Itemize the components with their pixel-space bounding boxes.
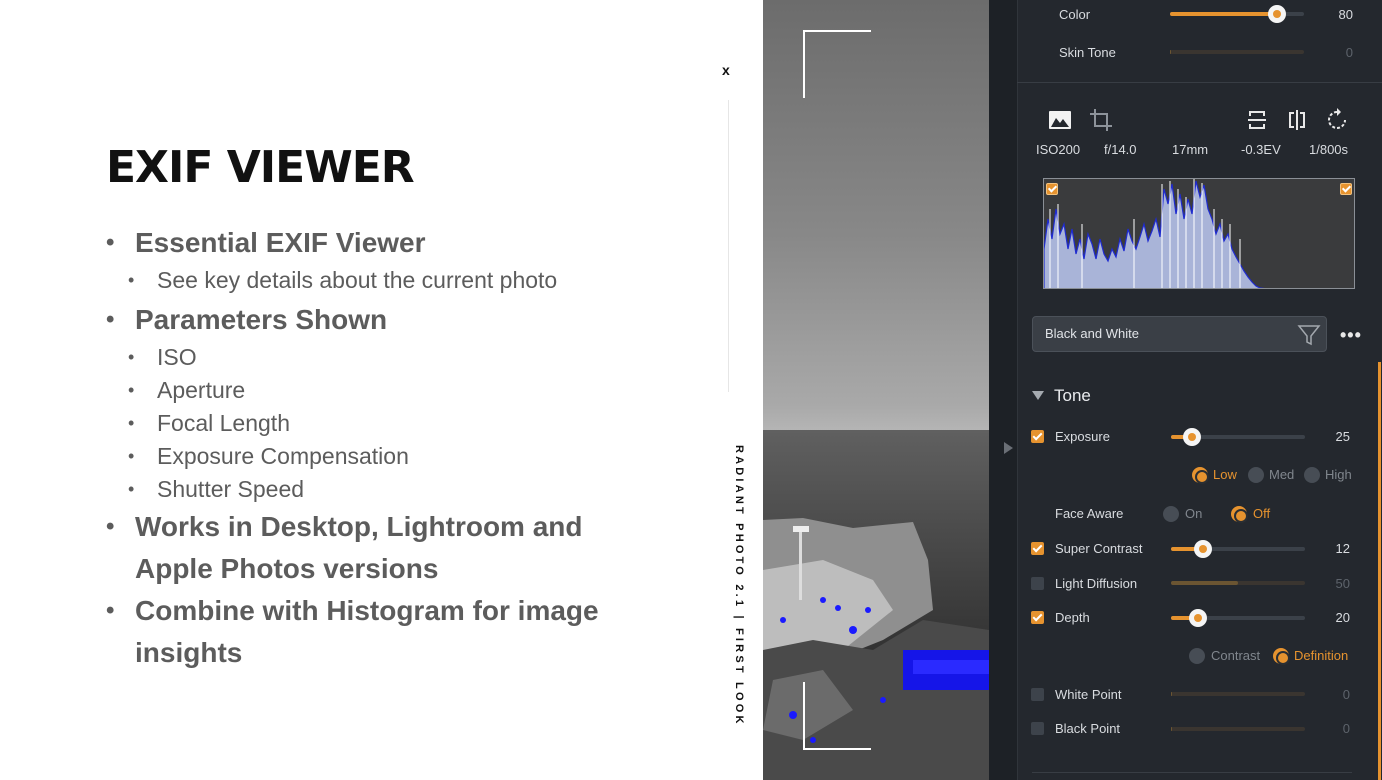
exposure-mode-high-label: High [1325, 467, 1352, 482]
bullet-item: Aperture [106, 374, 666, 407]
exif-exposure-comp: -0.3EV [1241, 142, 1281, 157]
exposure-label: Exposure [1055, 429, 1110, 444]
compare-icon[interactable] [1285, 108, 1309, 132]
skin-tone-value: 0 [1345, 45, 1353, 60]
face-aware-off-label: Off [1253, 506, 1271, 521]
shadow-clipping-toggle[interactable] [1046, 183, 1058, 195]
bullet-item: Exposure Compensation [106, 440, 666, 473]
photo-preview[interactable] [763, 0, 989, 780]
depth-mode-definition-radio[interactable] [1273, 648, 1290, 665]
black-point-slider[interactable] [1171, 727, 1305, 731]
super-contrast-checkbox[interactable] [1031, 542, 1044, 555]
straighten-icon[interactable] [1245, 108, 1269, 132]
image-icon[interactable] [1048, 108, 1072, 132]
exif-aperture: f/14.0 [1104, 142, 1137, 157]
super-contrast-label: Super Contrast [1055, 541, 1143, 556]
funnel-icon[interactable] [1297, 323, 1321, 347]
light-diffusion-value: 50 [1335, 576, 1350, 591]
depth-checkbox[interactable] [1031, 611, 1044, 624]
exif-iso: ISO200 [1036, 142, 1081, 157]
crop-icon[interactable] [1089, 108, 1113, 132]
preset-dropdown[interactable]: Black and White [1032, 316, 1327, 352]
exif-focal-length: 17mm [1172, 142, 1209, 157]
crop-corner-bottom-left [803, 682, 871, 750]
more-options-button[interactable]: ••• [1340, 325, 1362, 346]
section-divider [1032, 772, 1352, 773]
face-aware-on-label: On [1185, 506, 1203, 521]
close-button[interactable]: x [722, 62, 730, 78]
exposure-mode-med-radio[interactable] [1248, 467, 1264, 483]
tone-title: Tone [1054, 386, 1091, 405]
depth-label: Depth [1055, 610, 1090, 625]
histogram-graph [1044, 179, 1265, 288]
exposure-mode-low-radio[interactable] [1192, 467, 1209, 484]
bullet-heading: Parameters Shown [106, 299, 666, 341]
vertical-caption: RADIANT PHOTO 2.1 | FIRST LOOK [733, 445, 745, 727]
color-label: Color [1059, 7, 1091, 22]
exposure-mode-low-label: Low [1213, 467, 1237, 482]
depth-mode-definition-label: Definition [1294, 648, 1349, 663]
exposure-mode-high-radio[interactable] [1304, 467, 1320, 483]
bullet-item: Shutter Speed [106, 473, 666, 506]
depth-slider[interactable] [1171, 609, 1305, 627]
color-slider[interactable] [1170, 5, 1304, 23]
preset-name: Black and White [1045, 326, 1139, 341]
highlight-clipping-toggle[interactable] [1340, 183, 1352, 195]
collapse-triangle-icon[interactable] [1032, 391, 1044, 400]
slide-title: EXIF VIEWER [106, 142, 415, 193]
face-aware-off-radio[interactable] [1231, 506, 1248, 523]
white-point-checkbox[interactable] [1031, 688, 1044, 701]
light-diffusion-label: Light Diffusion [1055, 576, 1138, 591]
bullet-heading: Combine with Histogram for image insight… [106, 590, 666, 674]
depth-value: 20 [1335, 610, 1350, 625]
bullet-list: Essential EXIF Viewer See key details ab… [106, 222, 666, 674]
face-aware-label: Face Aware [1055, 506, 1124, 521]
skin-tone-label: Skin Tone [1059, 45, 1116, 60]
bullet-item: ISO [106, 341, 666, 374]
exif-shutter: 1/800s [1309, 142, 1349, 157]
bullet-item: See key details about the current photo [106, 264, 666, 297]
white-point-label: White Point [1055, 687, 1122, 702]
exposure-slider[interactable] [1171, 428, 1305, 446]
scrollbar[interactable] [1378, 362, 1381, 780]
depth-slider-knob[interactable] [1188, 609, 1207, 627]
white-point-slider[interactable] [1171, 692, 1305, 696]
crop-corner-top-left [803, 30, 871, 98]
super-contrast-slider[interactable] [1171, 540, 1305, 558]
slide: EXIF VIEWER Essential EXIF Viewer See ke… [0, 0, 763, 780]
skin-tone-slider[interactable] [1170, 50, 1304, 54]
bullet-heading: Works in Desktop, Lightroom and Apple Ph… [106, 506, 666, 590]
black-point-value: 0 [1342, 721, 1350, 736]
depth-mode-contrast-radio[interactable] [1189, 648, 1205, 664]
light-diffusion-checkbox[interactable] [1031, 577, 1044, 590]
photo-cliffs [763, 518, 989, 780]
light-diffusion-slider[interactable] [1171, 581, 1305, 585]
black-point-label: Black Point [1055, 721, 1121, 736]
rotate-icon[interactable] [1325, 108, 1349, 132]
super-contrast-value: 12 [1335, 541, 1350, 556]
section-divider [1017, 82, 1382, 83]
exposure-value: 25 [1335, 429, 1350, 444]
histogram [1043, 178, 1355, 289]
color-value: 80 [1338, 7, 1353, 22]
face-aware-on-radio[interactable] [1163, 506, 1179, 522]
depth-mode-contrast-label: Contrast [1211, 648, 1261, 663]
expand-arrow-icon[interactable] [1004, 442, 1013, 454]
exposure-checkbox[interactable] [1031, 430, 1044, 443]
white-point-value: 0 [1342, 687, 1350, 702]
divider-line [728, 100, 729, 392]
bullet-item: Focal Length [106, 407, 666, 440]
bullet-heading: Essential EXIF Viewer [106, 222, 666, 264]
black-point-checkbox[interactable] [1031, 722, 1044, 735]
panel-gutter [989, 0, 1017, 780]
exposure-mode-med-label: Med [1269, 467, 1295, 482]
